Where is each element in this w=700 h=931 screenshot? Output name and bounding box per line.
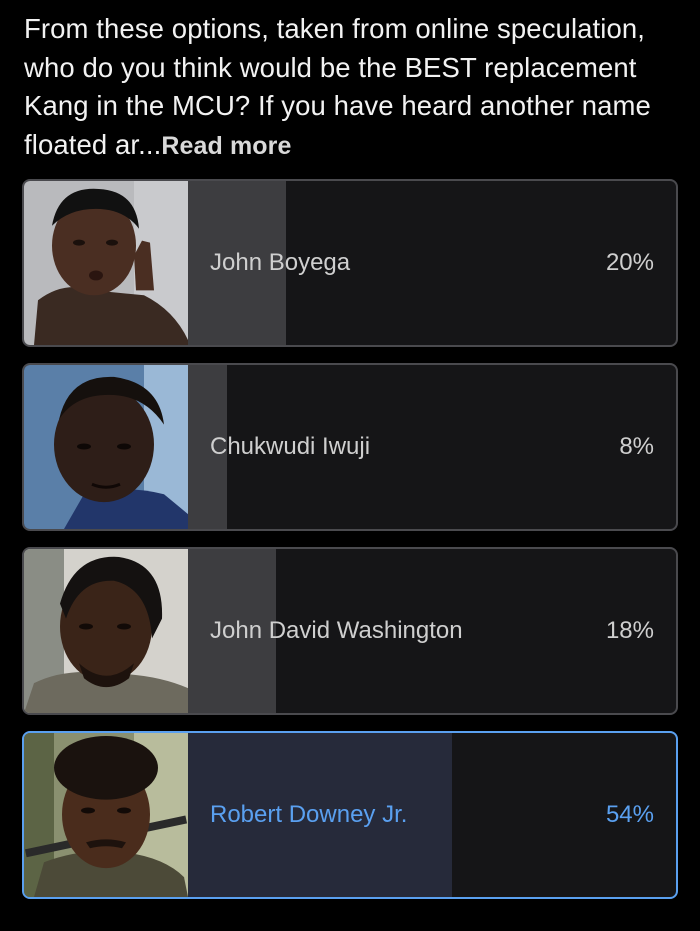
poll-option-john-david-washington[interactable]: John David Washington 18% [22,547,678,715]
option-percent: 18% [605,617,654,644]
result-bar: Robert Downey Jr. 54% [188,733,676,897]
poll-question-text: From these options, taken from online sp… [24,13,651,160]
option-label: Chukwudi Iwuji [210,433,371,460]
option-label: John Boyega [210,249,351,276]
option-percent: 54% [605,801,654,828]
read-more-link[interactable]: Read more [161,132,291,160]
option-percent: 20% [605,249,654,276]
result-bar: John David Washington 18% [188,549,676,713]
poll-option-john-boyega[interactable]: John Boyega 20% [22,179,678,347]
portrait-john-david-washington-image [24,549,188,713]
portrait-chukwudi-iwuji-image [24,365,188,529]
portrait-robert-downey-jr-image [24,733,188,897]
option-label: Robert Downey Jr. [210,801,408,828]
option-label: John David Washington [210,617,463,644]
poll-options: John Boyega 20% Chukwudi Iwuji 8% John D… [22,179,678,915]
option-percent: 8% [619,433,654,460]
result-bar: Chukwudi Iwuji 8% [188,365,676,529]
poll-option-robert-downey-jr[interactable]: Robert Downey Jr. 54% [22,731,678,899]
poll-question: From these options, taken from online sp… [24,10,684,165]
poll-option-chukwudi-iwuji[interactable]: Chukwudi Iwuji 8% [22,363,678,531]
portrait-john-boyega-image [24,181,188,345]
result-bar: John Boyega 20% [188,181,676,345]
